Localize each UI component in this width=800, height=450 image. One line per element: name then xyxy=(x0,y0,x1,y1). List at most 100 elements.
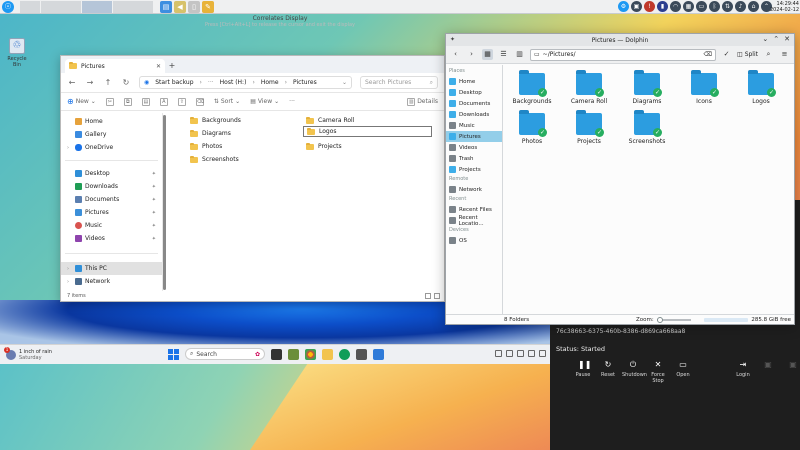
split-button[interactable]: ◫ Split xyxy=(737,51,758,58)
kde-task-4[interactable] xyxy=(113,0,153,13)
open-button[interactable]: ▭ Open xyxy=(672,360,694,384)
kde-clock[interactable]: 14:29:44 2024-02-12 xyxy=(770,1,799,13)
details-button[interactable]: ▥ Details xyxy=(407,97,438,106)
folder-item[interactable]: Icons xyxy=(680,70,728,105)
chevron-right-icon[interactable]: › xyxy=(67,145,72,151)
bluetooth-tray-icon[interactable]: ᛒ xyxy=(709,1,720,12)
tray-display-icon[interactable] xyxy=(517,350,524,357)
windows-start-button[interactable] xyxy=(168,348,179,360)
pin-icon[interactable]: ✦ xyxy=(152,197,156,203)
up-icon[interactable]: ↑ xyxy=(103,78,113,87)
places-item-music[interactable]: Music xyxy=(446,120,502,131)
more-path-icon[interactable]: ··· xyxy=(208,79,214,86)
force-stop-button[interactable]: ✕ Force Stop xyxy=(647,360,669,384)
search-input[interactable]: Search Pictures ⌕ xyxy=(360,76,438,89)
forward-icon[interactable]: › xyxy=(466,49,477,60)
address-bar[interactable]: ◉ Start backup › ··· Host (H:) › Home › … xyxy=(139,76,352,89)
search-icon[interactable]: ⌕ xyxy=(763,49,774,60)
folder-item[interactable]: Photos xyxy=(508,110,556,145)
arrow-app-icon[interactable]: ◀ xyxy=(174,0,186,13)
tiles-view-icon[interactable] xyxy=(434,293,440,299)
password-tray-icon[interactable]: ▮ xyxy=(657,1,668,12)
pin-icon[interactable]: ✦ xyxy=(152,171,156,177)
places-item-os[interactable]: OS xyxy=(446,235,502,246)
kde-task-3[interactable] xyxy=(82,0,112,13)
nav-item-videos[interactable]: Videos ✦ xyxy=(61,232,162,245)
folder-item[interactable]: Projects xyxy=(565,110,613,145)
nav-item-desktop[interactable]: Desktop ✦ xyxy=(61,167,162,180)
pin-icon[interactable]: ✦ xyxy=(152,236,156,242)
nav-item-pictures[interactable]: Pictures ✦ xyxy=(61,206,162,219)
kde-launcher-icon[interactable]: ☉ xyxy=(2,0,14,13)
places-item-recent-files[interactable]: Recent Files xyxy=(446,204,502,215)
reset-button[interactable]: ↻ Reset xyxy=(597,360,619,384)
folder-item[interactable]: Backgrounds xyxy=(508,70,556,105)
alert-tray-icon[interactable]: ! xyxy=(644,1,655,12)
clear-icon[interactable]: ⌫ xyxy=(704,51,712,58)
rename-icon[interactable]: A xyxy=(159,97,168,106)
network-tray-icon[interactable]: ⇅ xyxy=(722,1,733,12)
forward-icon[interactable]: → xyxy=(85,78,95,87)
list-item[interactable]: Diagrams xyxy=(187,128,234,139)
list-item[interactable]: Screenshots xyxy=(187,154,242,165)
settings-tray-icon[interactable]: ⚙ xyxy=(618,1,629,12)
nav-item-this-pc[interactable]: › This PC xyxy=(61,262,162,275)
list-item[interactable]: Photos xyxy=(187,141,225,152)
chrome-icon[interactable] xyxy=(305,348,316,360)
zoom-slider-handle[interactable] xyxy=(656,317,663,323)
folder-item[interactable]: Camera Roll xyxy=(565,70,613,105)
nav-item-home[interactable]: Home xyxy=(61,115,162,128)
folder-app-icon[interactable]: ▤ xyxy=(160,0,172,13)
chevron-right-icon[interactable]: › xyxy=(67,279,72,285)
chevron-down-icon[interactable]: ⌄ xyxy=(342,79,347,86)
chevron-right-icon[interactable]: › xyxy=(67,266,72,272)
nav-item-network[interactable]: › Network xyxy=(61,275,162,288)
minimize-icon[interactable]: ⌄ xyxy=(762,35,768,43)
places-item-downloads[interactable]: Downloads xyxy=(446,109,502,120)
folder-item[interactable]: Screenshots xyxy=(623,110,671,145)
tray-network-icon[interactable] xyxy=(495,350,502,357)
places-item-projects[interactable]: Projects xyxy=(446,164,502,175)
sort-button[interactable]: ⇅ Sort ⌄ xyxy=(214,98,240,105)
clipboard-tray-icon[interactable]: ▣ xyxy=(631,1,642,12)
breadcrumb-host[interactable]: Host (H:) xyxy=(220,79,247,86)
taskbar-search[interactable]: ⌕ Search ✿ xyxy=(185,348,265,360)
places-item-videos[interactable]: Videos xyxy=(446,142,502,153)
pause-button[interactable]: ❚❚ Pause xyxy=(572,360,594,384)
folder-item[interactable]: Diagrams xyxy=(623,70,671,105)
app-icon[interactable] xyxy=(373,348,384,360)
close-tab-icon[interactable]: ✕ xyxy=(156,63,161,70)
task-view-icon[interactable] xyxy=(271,348,282,360)
places-item-network[interactable]: Network xyxy=(446,184,502,195)
confirm-icon[interactable]: ✓ xyxy=(721,49,732,60)
compact-view-icon[interactable]: ☰ xyxy=(498,49,509,60)
nav-item-onedrive[interactable]: › OneDrive xyxy=(61,141,162,154)
pin-window-icon[interactable]: ✦ xyxy=(450,36,455,43)
start-backup-label[interactable]: Start backup xyxy=(155,79,193,86)
shutdown-button[interactable]: ⏻ Shutdown xyxy=(622,360,647,384)
tray-volume-icon[interactable] xyxy=(528,350,535,357)
new-tab-button[interactable]: + xyxy=(165,59,179,73)
login-button[interactable]: ⇥ Login xyxy=(732,360,754,378)
delete-icon[interactable]: ⌫ xyxy=(195,97,204,106)
view-button[interactable]: ▤ View ⌄ xyxy=(250,98,279,105)
pin-icon[interactable]: ✦ xyxy=(152,184,156,190)
kde-task-2[interactable] xyxy=(41,0,81,13)
details-view-icon[interactable] xyxy=(425,293,431,299)
recycle-bin-shortcut[interactable]: ♲ Recycle Bin xyxy=(4,38,30,68)
weather-widget[interactable]: 1 inch of rain Saturday xyxy=(0,346,52,361)
tray-notification-icon[interactable] xyxy=(539,350,546,357)
more-button[interactable]: ··· xyxy=(289,98,295,105)
nav-item-documents[interactable]: Documents ✦ xyxy=(61,193,162,206)
volume-tray-icon[interactable]: ♪ xyxy=(735,1,746,12)
breadcrumb-pictures[interactable]: Pictures xyxy=(293,79,317,86)
location-bar[interactable]: ▭ ~/Pictures/ ⌫ xyxy=(530,48,717,61)
share-icon[interactable]: ⇪ xyxy=(177,97,186,106)
widgets-icon[interactable] xyxy=(288,348,299,360)
new-button[interactable]: ⊕ New ⌄ xyxy=(67,97,96,106)
places-item-desktop[interactable]: Desktop xyxy=(446,87,502,98)
doc-app-icon[interactable]: ▯ xyxy=(188,0,200,13)
paste-icon[interactable]: ▤ xyxy=(141,97,150,106)
places-item-home[interactable]: Home xyxy=(446,76,502,87)
clipboard2-tray-icon[interactable]: ▦ xyxy=(683,1,694,12)
